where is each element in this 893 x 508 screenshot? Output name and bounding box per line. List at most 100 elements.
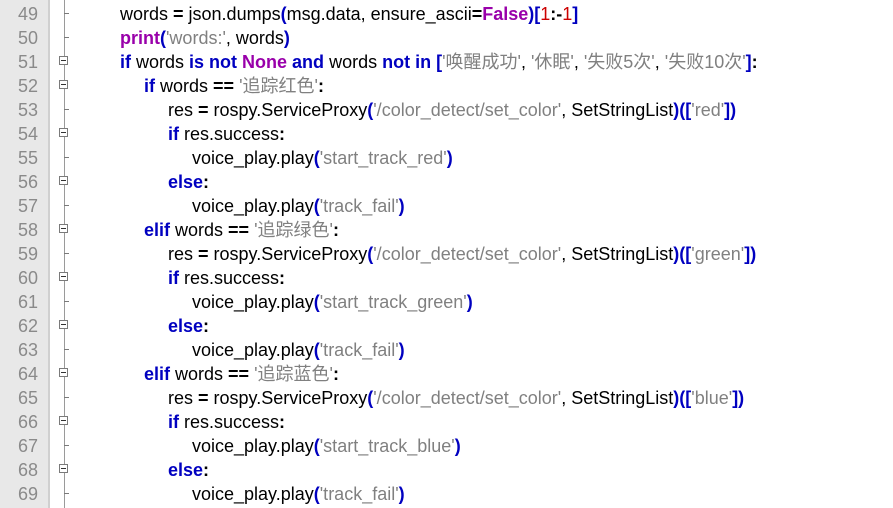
code-token: , SetStringList [561, 100, 674, 120]
line-number: 55 [17, 148, 38, 168]
code-text: voice_play.play('start_track_red') [192, 146, 453, 170]
code-line[interactable]: 60 if res.success: [0, 266, 893, 290]
code-token: if [120, 52, 131, 72]
line-number: 68 [17, 460, 38, 480]
line-number: 52 [17, 76, 38, 96]
fold-collapse-icon[interactable] [59, 464, 68, 473]
code-token: : [317, 76, 324, 96]
code-token: ) [283, 28, 290, 48]
code-line[interactable]: 56 else: [0, 170, 893, 194]
fold-collapse-icon[interactable] [59, 272, 68, 281]
code-token: elif [144, 364, 171, 384]
code-line[interactable]: 57 voice_play.play('track_fail') [0, 194, 893, 218]
code-line[interactable]: 69 voice_play.play('track_fail') [0, 482, 893, 506]
fold-tick-mark [64, 301, 69, 302]
code-line[interactable]: 54 if res.success: [0, 122, 893, 146]
code-token: : [203, 316, 210, 336]
fold-collapse-icon[interactable] [59, 80, 68, 89]
code-line[interactable]: 66 if res.success: [0, 410, 893, 434]
fold-collapse-icon[interactable] [59, 320, 68, 329]
code-text: res = rospy.ServiceProxy('/color_detect/… [168, 98, 736, 122]
code-token: : [332, 220, 339, 240]
code-token: ) [466, 292, 473, 312]
code-token: 'blue' [691, 388, 733, 408]
code-token: , [654, 52, 665, 72]
code-token: voice_play.play [192, 148, 314, 168]
fold-collapse-icon[interactable] [59, 416, 68, 425]
code-token: ] [572, 4, 579, 24]
code-token: res [168, 388, 199, 408]
code-line[interactable]: 62 else: [0, 314, 893, 338]
code-text: voice_play.play('track_fail') [192, 482, 405, 506]
fold-collapse-icon[interactable] [59, 128, 68, 137]
code-text: else: [168, 170, 209, 194]
code-token: voice_play.play [192, 196, 314, 216]
code-line[interactable]: 65 res = rospy.ServiceProxy('/color_detec… [0, 386, 893, 410]
code-token: '追踪绿色' [249, 220, 333, 240]
fold-collapse-icon[interactable] [59, 368, 68, 377]
code-line[interactable]: 52 if words == '追踪红色': [0, 74, 893, 98]
code-text: if res.success: [168, 122, 285, 146]
code-token: msg.data, ensure_ascii [286, 4, 472, 24]
code-token: None [237, 52, 288, 72]
code-line[interactable]: 55 voice_play.play('start_track_red') [0, 146, 893, 170]
code-line[interactable]: 53 res = rospy.ServiceProxy('/color_detec… [0, 98, 893, 122]
code-token: res [168, 100, 199, 120]
line-number: 66 [17, 412, 38, 432]
code-token: 'track_fail' [319, 340, 399, 360]
code-token: res [168, 244, 199, 264]
code-token: == [228, 220, 250, 240]
code-line[interactable]: 51 if words is not None and words not in … [0, 50, 893, 74]
code-line[interactable]: 64 elif words == '追踪蓝色': [0, 362, 893, 386]
fold-collapse-icon[interactable] [59, 224, 68, 233]
code-token: words [155, 76, 214, 96]
code-token: rospy.ServiceProxy [208, 388, 368, 408]
code-token: 'words:' [166, 28, 226, 48]
code-token: : [203, 460, 210, 480]
code-text: voice_play.play('start_track_blue') [192, 434, 461, 458]
code-token: '唤醒成功' [442, 52, 521, 72]
code-token: = [198, 388, 209, 408]
code-line[interactable]: 59 res = rospy.ServiceProxy('/color_detec… [0, 242, 893, 266]
line-number: 54 [17, 124, 38, 144]
code-token: res.success [179, 268, 280, 288]
line-number: 69 [17, 484, 38, 504]
fold-tick-mark [64, 349, 69, 350]
code-line[interactable]: 49 words = json.dumps(msg.data, ensure_as… [0, 2, 893, 26]
code-line[interactable]: 68 else: [0, 458, 893, 482]
code-token: json.dumps [183, 4, 281, 24]
code-token: res.success [179, 124, 280, 144]
fold-collapse-icon[interactable] [59, 176, 68, 185]
code-text: voice_play.play('track_fail') [192, 194, 405, 218]
code-token: ) [398, 484, 405, 504]
line-number: 60 [17, 268, 38, 288]
line-number: 49 [17, 4, 38, 24]
code-line[interactable]: 58 elif words == '追踪绿色': [0, 218, 893, 242]
code-token: else [168, 172, 204, 192]
code-line[interactable]: 50 print('words:', words) [0, 26, 893, 50]
code-line[interactable]: 61 voice_play.play('start_track_green') [0, 290, 893, 314]
code-token: rospy.ServiceProxy [208, 100, 368, 120]
line-number: 59 [17, 244, 38, 264]
code-token: ) [454, 436, 461, 456]
code-token: '/color_detect/set_color' [373, 244, 562, 264]
code-token: words [170, 220, 229, 240]
code-token: == [213, 76, 235, 96]
code-token: if [168, 268, 179, 288]
code-editor[interactable]: 49 words = json.dumps(msg.data, ensure_as… [0, 0, 893, 508]
code-token: )([ [673, 244, 692, 264]
code-line[interactable]: 67 voice_play.play('start_track_blue') [0, 434, 893, 458]
code-line[interactable]: 63 voice_play.play('track_fail') [0, 338, 893, 362]
code-token: '追踪红色' [234, 76, 318, 96]
code-token: 'red' [691, 100, 725, 120]
fold-collapse-icon[interactable] [59, 56, 68, 65]
code-token: '/color_detect/set_color' [373, 388, 562, 408]
code-token: words [324, 52, 383, 72]
code-text: else: [168, 314, 209, 338]
code-text: elif words == '追踪绿色': [144, 218, 339, 242]
code-token: else [168, 316, 204, 336]
code-token: False [482, 4, 529, 24]
code-token: = [471, 4, 483, 24]
code-text: words = json.dumps(msg.data, ensure_asci… [120, 2, 578, 26]
line-number: 62 [17, 316, 38, 336]
